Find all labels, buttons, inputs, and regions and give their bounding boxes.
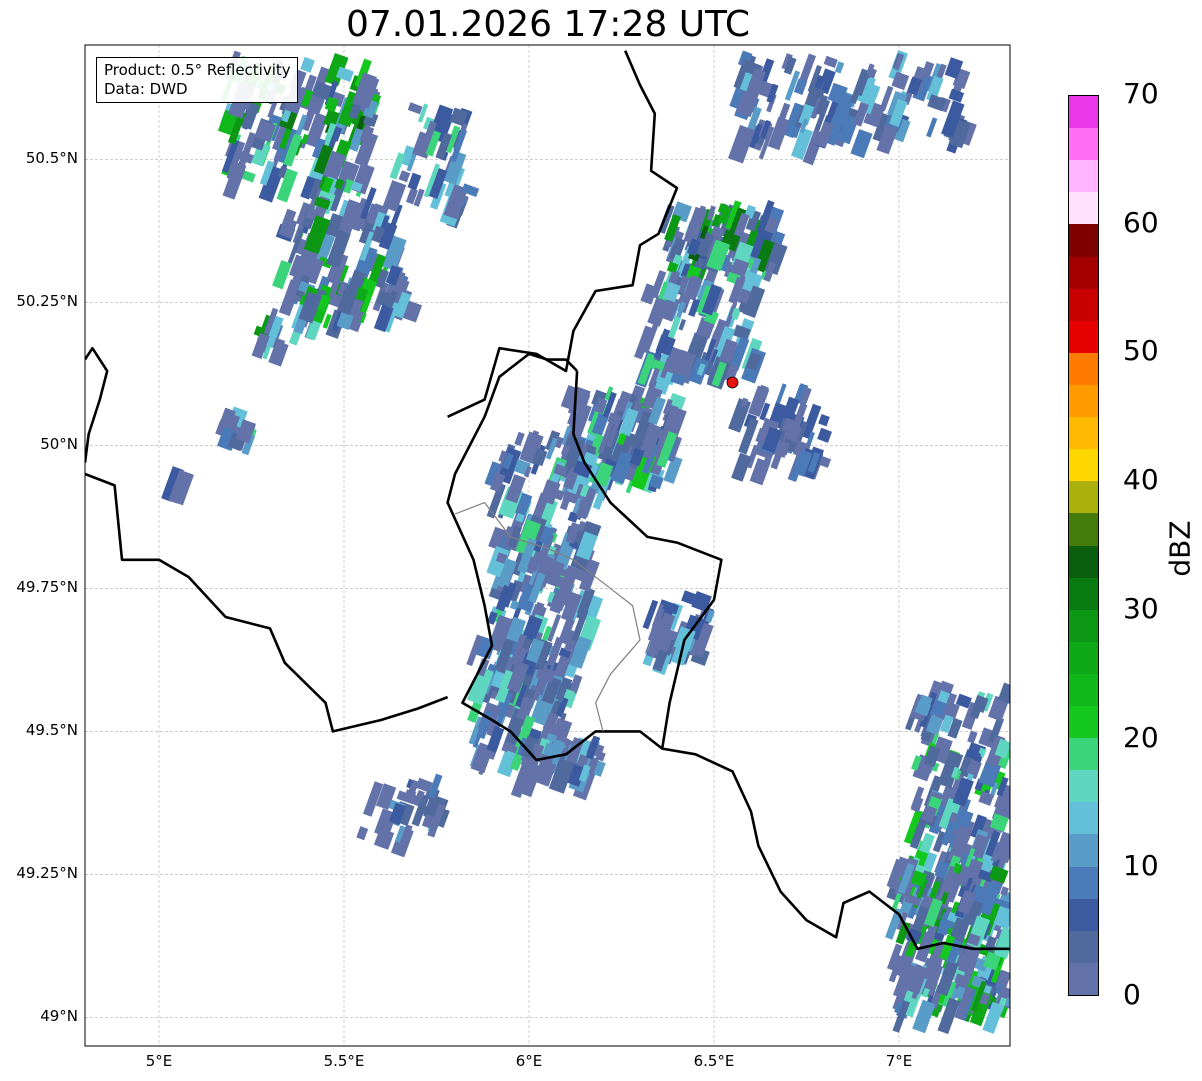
lat-tick-label: 50.25°N [16, 292, 78, 311]
data-source-label: Data: DWD [104, 80, 188, 98]
radar-site-marker [726, 376, 739, 389]
colorbar-segment [1069, 384, 1098, 418]
colorbar-segment [1069, 833, 1098, 867]
product-label: Product: 0.5° Reflectivity [104, 61, 291, 79]
colorbar-tick-label: 60 [1123, 205, 1159, 239]
colorbar-tick-label: 20 [1123, 720, 1159, 754]
colorbar-unit: dBZ [1163, 520, 1197, 577]
colorbar-segment [1069, 448, 1098, 482]
lon-tick-label: 5.5°E [323, 1052, 365, 1070]
colorbar-segment [1069, 480, 1098, 514]
lat-tick-label: 50°N [40, 435, 78, 454]
colorbar-segment [1069, 159, 1098, 193]
colorbar-segment [1069, 127, 1098, 161]
colorbar-segment [1069, 577, 1098, 610]
colorbar-tick-label: 10 [1123, 849, 1159, 883]
colorbar-segment [1069, 288, 1098, 321]
colorbar-segment [1069, 705, 1098, 739]
colorbar-segment [1069, 737, 1098, 771]
lon-tick-label: 6.5°E [693, 1052, 735, 1070]
colorbar-segment [1069, 641, 1098, 674]
colorbar-segment [1069, 673, 1098, 707]
colorbar-segment [1069, 545, 1098, 578]
lat-tick-label: 49.75°N [16, 578, 78, 597]
colorbar-segment [1069, 866, 1098, 899]
radar-site-dot [726, 376, 739, 389]
colorbar-segment [1069, 609, 1098, 642]
colorbar-segment [1069, 512, 1098, 546]
lon-tick-label: 7°E [885, 1052, 913, 1070]
colorbar-segment [1069, 416, 1098, 450]
lat-tick-label: 49.5°N [25, 721, 78, 740]
colorbar-segment [1069, 191, 1098, 225]
colorbar-tick-label: 70 [1123, 77, 1159, 110]
colorbar-segment [1069, 930, 1098, 963]
colorbar-tick-label: 0 [1123, 978, 1141, 1011]
colorbar-tick-label: 30 [1123, 591, 1159, 625]
colorbar-segment [1069, 962, 1098, 995]
colorbar-segment [1069, 95, 1098, 129]
lon-tick-label: 5°E [145, 1052, 173, 1070]
colorbar-segment [1069, 352, 1098, 385]
lat-tick-label: 49°N [40, 1007, 78, 1026]
colorbar-segment [1069, 898, 1098, 931]
lat-tick-label: 49.25°N [16, 864, 78, 883]
lon-tick-label: 6°E [515, 1052, 543, 1070]
colorbar-segment [1069, 320, 1098, 353]
lat-tick-label: 50.5°N [25, 149, 78, 168]
colorbar [1068, 95, 1099, 996]
colorbar-segment [1069, 801, 1098, 835]
info-box: Product: 0.5° Reflectivity Data: DWD [96, 57, 298, 103]
colorbar-tick-label: 40 [1123, 463, 1159, 497]
colorbar-segment [1069, 256, 1098, 289]
radar-map [84, 44, 1011, 1047]
colorbar-tick-label: 50 [1123, 334, 1159, 368]
colorbar-segment [1069, 769, 1098, 803]
colorbar-segment [1069, 223, 1098, 257]
